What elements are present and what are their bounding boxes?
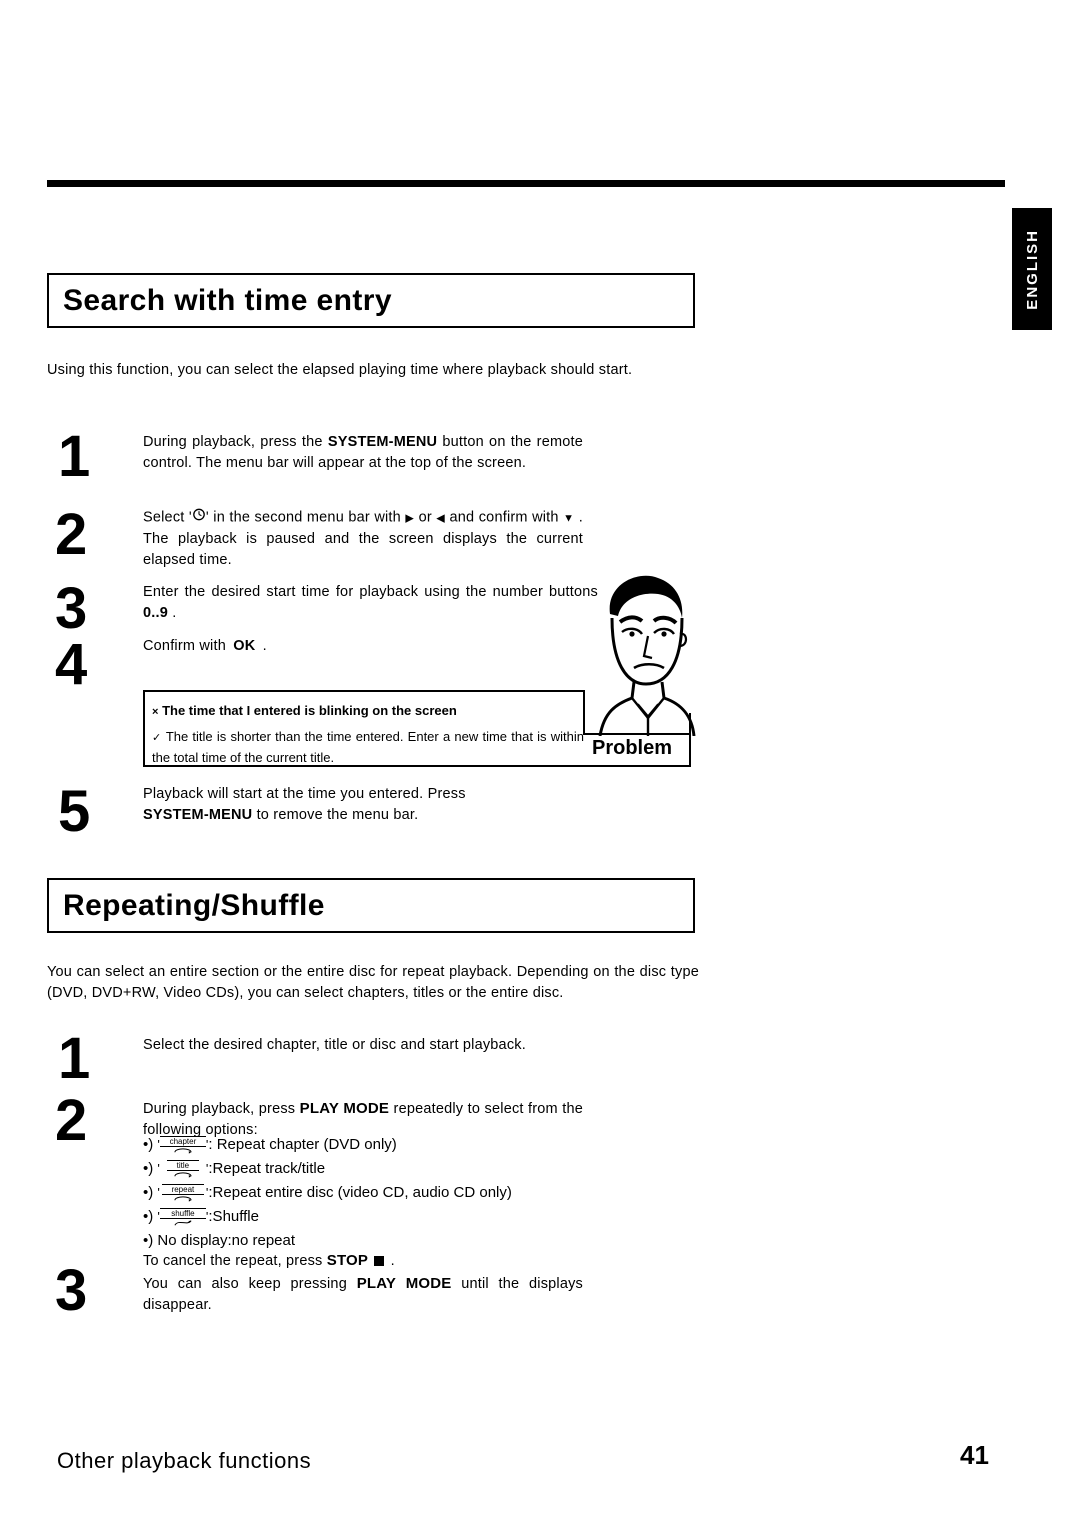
section-heading-search: Search with time entry <box>47 273 695 328</box>
step-4-post: . <box>262 638 267 654</box>
repeat-step-3b-bold: PLAY MODE <box>356 1275 452 1292</box>
section-title-search: Search with time entry <box>63 283 392 317</box>
repeat-step-number-3: 3 <box>55 1258 88 1323</box>
repeat-step-2-pre: During playback, press <box>143 1101 296 1117</box>
bullet-dot: •) <box>143 1184 154 1201</box>
problem-label: Problem <box>592 737 673 759</box>
step-4-text: Confirm with OK . <box>143 636 598 657</box>
bullet-dot: •) <box>143 1232 154 1249</box>
clock-icon <box>192 507 206 528</box>
step-number-2: 2 <box>55 502 88 567</box>
bullet-dot: •) <box>143 1160 154 1177</box>
bullet-dot: •) <box>143 1208 154 1225</box>
problem-box-top-rule2 <box>583 733 691 735</box>
repeat-option-title: •) ' title ':Repeat track/title <box>143 1160 326 1178</box>
repeat-option-repeat: •) ' repeat ':Repeat entire disc (video … <box>143 1184 512 1202</box>
repeat-step-1-text: Select the desired chapter, title or dis… <box>143 1037 526 1053</box>
problem-title-text: The time that I entered is blinking on t… <box>162 703 457 718</box>
repeat-step-3-line2: You can also keep pressing PLAY MODE unt… <box>143 1273 583 1316</box>
stop-square-icon <box>374 1256 385 1267</box>
repeat-option-shuffle-label: :Shuffle <box>208 1208 259 1225</box>
step-3-text: Enter the desired start time for playbac… <box>143 582 598 624</box>
repeat-step-3-pre: To cancel the repeat, press <box>143 1253 323 1269</box>
step-5-text: Playback will start at the time you ente… <box>143 784 588 826</box>
repeat-option-none: •) No display:no repeat <box>143 1232 295 1249</box>
repeat-option-repeat-label: :Repeat entire disc (video CD, audio CD … <box>208 1184 512 1201</box>
repeat-arrow-icon <box>174 1147 192 1154</box>
step-number-5: 5 <box>58 779 91 844</box>
footer-page-number: 41 <box>960 1440 989 1470</box>
repeat-option-shuffle: •) ' shuffle ':Shuffle <box>143 1208 259 1226</box>
manual-page: ENGLISH Search with time entry Using thi… <box>0 0 1080 1514</box>
step-4-bold: OK <box>233 638 256 654</box>
problem-title-bullet: × <box>152 706 159 718</box>
step-1-bold: SYSTEM-MENU <box>327 434 438 450</box>
repeat-step-2-text: During playback, press PLAY MODE repeate… <box>143 1098 583 1141</box>
step-5-post: to remove the menu bar. <box>256 807 419 823</box>
section-heading-repeat: Repeating/Shuffle <box>47 878 695 933</box>
step-number-3: 3 <box>55 576 88 641</box>
repeat-option-chapter-label: : Repeat chapter (DVD only) <box>208 1136 397 1153</box>
repeat-step-3-bold: STOP <box>326 1252 369 1269</box>
language-tab: ENGLISH <box>1012 208 1052 330</box>
step-number-1: 1 <box>58 424 91 489</box>
bullet-dot: •) <box>143 1136 154 1153</box>
problem-title: × The time that I entered is blinking on… <box>152 703 582 718</box>
step-3-bold: 0..9 <box>143 605 168 621</box>
title-repeat-icon: title <box>160 1160 206 1178</box>
step-1-text: During playback, press the SYSTEM-MENU b… <box>143 432 583 474</box>
shuffle-arrow-icon <box>174 1219 192 1226</box>
repeat-arrow-icon <box>174 1195 192 1202</box>
chapter-repeat-icon: chapter <box>159 1136 206 1154</box>
repeat-step-number-2: 2 <box>55 1088 88 1153</box>
repeat-step-number-1: 1 <box>58 1026 91 1091</box>
top-rule <box>47 180 1005 187</box>
repeat-step-2-bold: PLAY MODE <box>299 1100 390 1117</box>
step-2-text: Select ' ' in the second menu bar with ▶… <box>143 507 583 571</box>
problem-box-top-rule <box>143 690 585 692</box>
intro-search: Using this function, you can select the … <box>47 362 633 378</box>
repeat-arrow-icon <box>174 1171 192 1178</box>
language-tab-label: ENGLISH <box>1023 228 1041 310</box>
step-5-bold: SYSTEM-MENU <box>143 807 253 823</box>
problem-body-bullet: ✓ <box>152 732 162 744</box>
repeat-option-title-label: :Repeat track/title <box>208 1160 326 1177</box>
problem-box-right-rule2 <box>689 713 691 767</box>
repeat-option-none-label: No display:no repeat <box>157 1232 296 1249</box>
disc-repeat-icon: repeat <box>160 1184 206 1202</box>
repeat-step-3-line1: To cancel the repeat, press STOP . <box>143 1250 603 1272</box>
problem-body-text: The title is shorter than the time enter… <box>152 729 584 765</box>
repeat-step-3-post: . <box>390 1253 395 1269</box>
step-1-pre: During playback, press the <box>143 434 323 450</box>
footer-chapter: Other playback functions <box>57 1448 312 1473</box>
repeat-step-3b-pre: You can also keep pressing <box>143 1276 347 1292</box>
repeat-option-chapter: •) ' chapter ': Repeat chapter (DVD only… <box>143 1136 397 1154</box>
section-title-repeat: Repeating/Shuffle <box>63 888 325 922</box>
problem-body: ✓ The title is shorter than the time ent… <box>152 727 584 767</box>
intro-repeat: You can select an entire section or the … <box>47 964 699 1001</box>
shuffle-icon: shuffle <box>159 1208 206 1226</box>
step-3-pre: Enter the desired start time for playbac… <box>143 584 598 600</box>
step-5-pre: Playback will start at the time you ente… <box>143 786 466 802</box>
step-3-post: . <box>172 605 177 621</box>
step-number-4: 4 <box>55 632 88 697</box>
step-4-pre: Confirm with <box>143 638 226 654</box>
